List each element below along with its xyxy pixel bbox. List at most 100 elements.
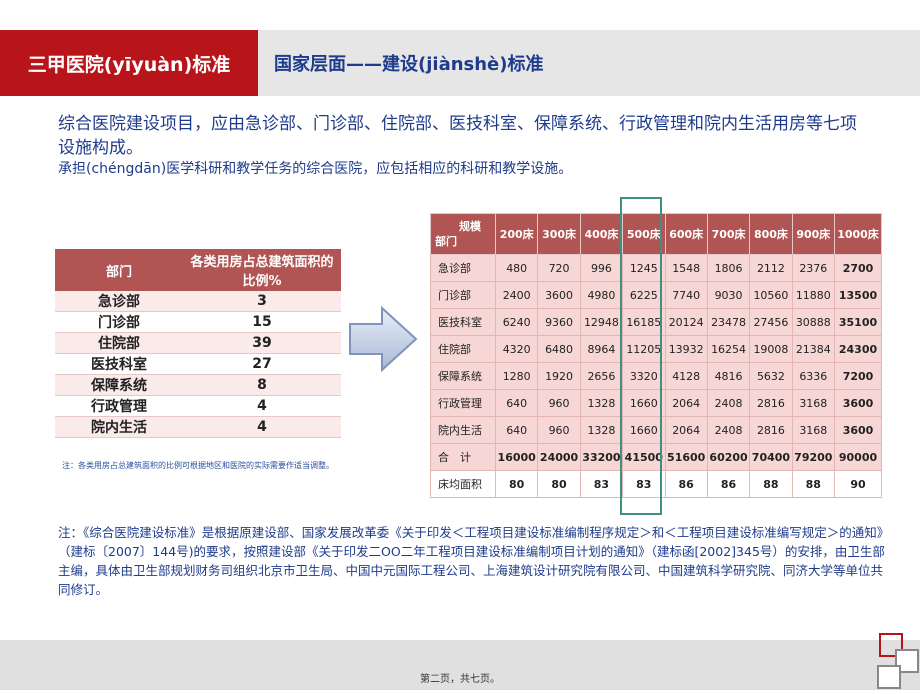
- value-cell: 6336: [791, 362, 836, 390]
- value-cell: 3600: [537, 281, 581, 309]
- value-cell: 8964: [579, 335, 624, 363]
- value-cell: 13932: [664, 335, 708, 363]
- value-cell: 11880: [791, 281, 836, 309]
- col-header: 800床: [749, 213, 793, 255]
- value-cell: 79200: [791, 443, 836, 471]
- value-cell: 960: [537, 416, 581, 444]
- value-cell: 20124: [664, 308, 708, 336]
- value-cell: 80: [494, 470, 539, 498]
- col-header: 900床: [791, 213, 836, 255]
- value-cell: 30888: [791, 308, 836, 336]
- dept-cell: 行政管理: [55, 395, 183, 417]
- value-cell: 7740: [664, 281, 708, 309]
- value-cell: 23478: [706, 308, 751, 336]
- value-cell: 90000: [834, 443, 882, 471]
- footnote: 注：《综合医院建设标准》是根据原建设部、国家发展改革委《关于印发＜工程项目建设标…: [58, 525, 885, 597]
- pct-cell: 4: [183, 395, 341, 417]
- dept-cell: 门诊部: [55, 311, 183, 333]
- row-label: 急诊部: [430, 254, 496, 282]
- value-cell: 2064: [664, 389, 708, 417]
- value-cell: 4320: [494, 335, 539, 363]
- value-cell: 70400: [749, 443, 793, 471]
- value-cell: 86: [706, 470, 751, 498]
- dept-cell: 医技科室: [55, 353, 183, 375]
- table-row: 行政管理 4: [55, 395, 341, 417]
- value-cell: 27456: [749, 308, 793, 336]
- value-cell: 83: [579, 470, 624, 498]
- value-cell: 3600: [834, 416, 882, 444]
- value-cell: 640: [494, 416, 539, 444]
- row-label: 合 计: [430, 443, 496, 471]
- value-cell: 80: [537, 470, 581, 498]
- col-header: 1000床: [834, 213, 882, 255]
- value-cell: 4816: [706, 362, 751, 390]
- row-label: 床均面积: [430, 470, 496, 498]
- value-cell: 3600: [834, 389, 882, 417]
- corner-header: 规模 部门: [430, 213, 496, 255]
- value-cell: 3168: [791, 389, 836, 417]
- value-cell: 720: [537, 254, 581, 282]
- value-cell: 86: [664, 470, 708, 498]
- row-label: 院内生活: [430, 416, 496, 444]
- value-cell: 1328: [579, 416, 624, 444]
- value-cell: 7200: [834, 362, 882, 390]
- value-cell: 2656: [579, 362, 624, 390]
- table-footnote: 注：各类用房占总建筑面积的比例可根据地区和医院的实际需要作适当调整。: [62, 461, 334, 470]
- pct-cell: 15: [183, 311, 341, 333]
- value-cell: 4128: [664, 362, 708, 390]
- value-cell: 2816: [749, 389, 793, 417]
- value-cell: 2700: [834, 254, 882, 282]
- value-cell: 88: [749, 470, 793, 498]
- col-header: 300床: [537, 213, 581, 255]
- corner-scale: 规模: [459, 220, 481, 233]
- dept-cell: 院内生活: [55, 416, 183, 438]
- value-cell: 960: [537, 389, 581, 417]
- value-cell: 6240: [494, 308, 539, 336]
- col-header-proportion: 各类用房占总建筑面积的比例%: [183, 249, 341, 291]
- value-cell: 24300: [834, 335, 882, 363]
- value-cell: 60200: [706, 443, 751, 471]
- value-cell: 3168: [791, 416, 836, 444]
- dept-cell: 急诊部: [55, 291, 183, 312]
- dept-cell: 保障系统: [55, 374, 183, 396]
- value-cell: 2816: [749, 416, 793, 444]
- dept-cell: 住院部: [55, 332, 183, 354]
- col-header: 200床: [494, 213, 539, 255]
- value-cell: 6480: [537, 335, 581, 363]
- value-cell: 9030: [706, 281, 751, 309]
- pct-cell: 4: [183, 416, 341, 438]
- col-header-department: 部门: [55, 249, 183, 291]
- pct-cell: 8: [183, 374, 341, 396]
- value-cell: 2408: [706, 416, 751, 444]
- value-cell: 1548: [664, 254, 708, 282]
- value-cell: 640: [494, 389, 539, 417]
- pct-cell: 27: [183, 353, 341, 375]
- value-cell: 2408: [706, 389, 751, 417]
- value-cell: 1920: [537, 362, 581, 390]
- row-label: 门诊部: [430, 281, 496, 309]
- value-cell: 12948: [579, 308, 624, 336]
- value-cell: 33200: [579, 443, 624, 471]
- corner-department: 部门: [435, 235, 457, 248]
- value-cell: 2112: [749, 254, 793, 282]
- pct-cell: 39: [183, 332, 341, 354]
- row-label: 住院部: [430, 335, 496, 363]
- section-title-text: 三甲医院(yīyuàn)标准: [27, 53, 231, 76]
- table-row: 急诊部 3: [55, 291, 341, 312]
- value-cell: 16000: [494, 443, 539, 471]
- page-number: 第二页，共七页。: [420, 674, 500, 685]
- value-cell: 4980: [579, 281, 624, 309]
- value-cell: 88: [791, 470, 836, 498]
- intro-subparagraph: 承担(chéngdān)医学科研和教学任务的综合医院，应包括相应的科研和教学设施…: [58, 161, 573, 177]
- value-cell: 2376: [791, 254, 836, 282]
- value-cell: 2064: [664, 416, 708, 444]
- value-cell: 5632: [749, 362, 793, 390]
- slide-title: 国家层面——建设(jiànshè)标准: [274, 54, 544, 75]
- value-cell: 9360: [537, 308, 581, 336]
- col-header: 600床: [664, 213, 708, 255]
- table-row: 保障系统 8: [55, 374, 341, 396]
- table-row: 院内生活 4: [55, 416, 341, 438]
- value-cell: 1806: [706, 254, 751, 282]
- value-cell: 35100: [834, 308, 882, 336]
- row-label: 行政管理: [430, 389, 496, 417]
